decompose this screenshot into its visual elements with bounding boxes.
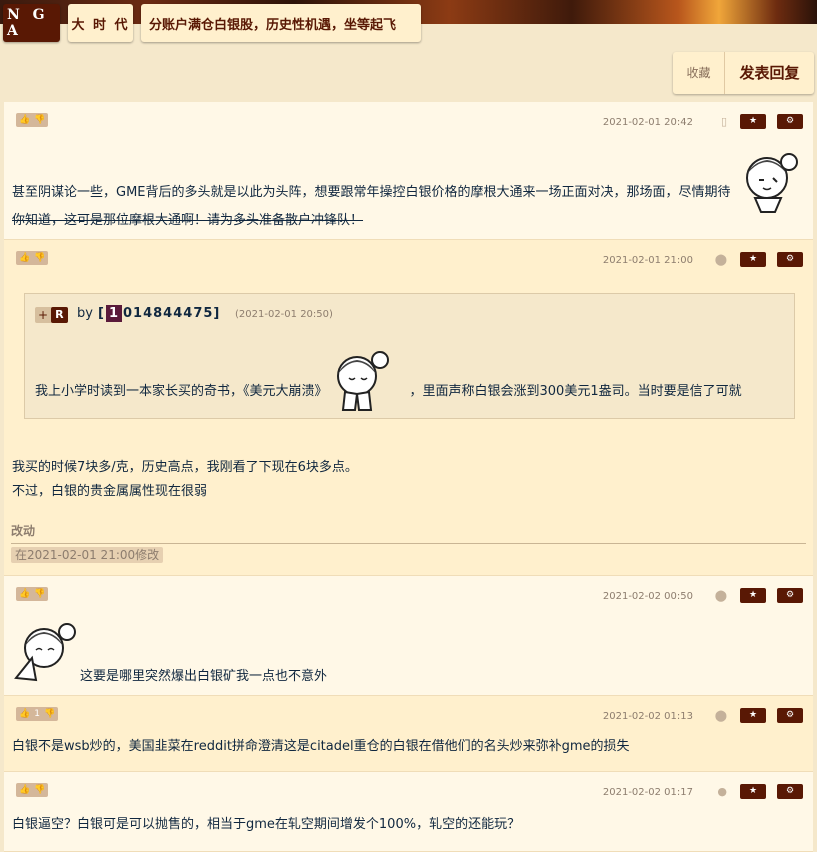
quote-time: (2021-02-01 20:50) (235, 309, 333, 320)
quote-text-after: ，里面声称白银会涨到300美元1盎司。当时要是信了可就 (409, 384, 742, 399)
post-date: 2021-02-01 20:42 (602, 117, 693, 128)
quote-text: 我上小学时读到一本家长买的奇书，《美元大崩溃》 ，里面声称白银会涨到300美元1盎… (35, 382, 742, 402)
post-text: 我买的时候7块多/克，历史高点，我刚看了下现在6块多点。 (12, 460, 358, 475)
thread-actions: 收藏 发表回复 (673, 52, 814, 94)
breadcrumb-thread-title[interactable]: 分账户满仓白银股，历史性机遇，坐等起飞 (141, 4, 421, 42)
post-text-strikethrough: 你知道，这可是那位摩根大通啊！请为多头准备散户冲锋队！ (12, 213, 364, 228)
top-bar: N G A 大 时 代 分账户满仓白银股，历史性机遇，坐等起飞 (0, 0, 817, 46)
thumbs-down-icon[interactable]: 👎 (34, 589, 45, 599)
thumbs-down-icon[interactable]: 👎 (44, 709, 55, 719)
post-date: 2021-02-01 21:00 (602, 255, 693, 266)
vote-buttons[interactable]: 👍 1 👎 (16, 707, 59, 721)
apple-icon: ● (717, 785, 727, 798)
favorite-button[interactable]: 收藏 (673, 52, 725, 94)
post-item: 👍 1 👎 2021-02-02 01:13 ⬤ ★ ⚙ 白银不是wsb炒的，美… (4, 696, 813, 772)
quote-by: by (77, 306, 93, 321)
vote-buttons[interactable]: 👍 👎 (16, 783, 49, 797)
post-content: 我买的时候7块多/克，历史高点，我刚看了下现在6块多点。 不过，白银的贵金属属性… (12, 456, 358, 504)
post-date: 2021-02-02 00:50 (602, 591, 693, 602)
vote-buttons[interactable]: 👍 👎 (16, 251, 49, 265)
quote-text-before: 我上小学时读到一本家长买的奇书，《美元大崩溃》 (35, 384, 328, 399)
vote-buttons[interactable]: 👍 👎 (16, 587, 49, 601)
edit-header: 改动 (11, 522, 806, 544)
reply-button[interactable]: 发表回复 (725, 52, 814, 94)
thumbs-up-icon[interactable]: 👍 (19, 709, 30, 719)
thumbs-up-icon[interactable]: 👍 (19, 589, 30, 599)
post-text: 不过，白银的贵金属属性现在很弱 (12, 484, 208, 499)
edit-note: 在2021-02-01 21:00修改 (11, 547, 164, 563)
quote-block: + R by [ 1 014844475] (2021-02-01 20:50) (24, 293, 795, 419)
quote-username[interactable]: [ 1 014844475] (98, 305, 220, 322)
gear-icon[interactable]: ⚙ (777, 588, 803, 603)
post-list: 👍 👎 2021-02-01 20:42 ▯ ★ ⚙ 甚至阴谋论一些，GME背后… (4, 102, 813, 852)
post-content: 白银逼空？白银可是可以抛售的，相当于gme在轧空期间增发个100%，轧空的还能玩… (12, 817, 521, 832)
gear-icon[interactable]: ⚙ (777, 114, 803, 129)
thumbs-up-icon[interactable]: 👍 (19, 785, 30, 795)
star-icon[interactable]: ★ (740, 784, 766, 799)
android-icon: ⬤ (714, 589, 727, 602)
android-icon: ⬤ (714, 709, 727, 722)
nga-logo[interactable]: N G A (3, 4, 60, 42)
quote-username-open: [ (98, 306, 105, 321)
post-date: 2021-02-02 01:13 (602, 711, 693, 722)
gear-icon[interactable]: ⚙ (777, 252, 803, 267)
quote-plus: + (38, 308, 49, 322)
thumbs-down-icon[interactable]: 👎 (34, 115, 45, 125)
phone-icon: ▯ (720, 115, 727, 128)
vote-count: 1 (34, 709, 40, 719)
post-item: 👍 👎 2021-02-02 01:17 ● ★ ⚙ 白银逼空？白银可是可以抛售… (4, 772, 813, 852)
thumbs-up-icon[interactable]: 👍 (19, 115, 30, 125)
quote-badge[interactable]: + R (35, 307, 68, 323)
post-text: 甚至阴谋论一些，GME背后的多头就是以此为头阵，想要跟常年操控白银价格的摩根大通… (12, 185, 731, 200)
quote-username-rest: 014844475] (123, 306, 221, 321)
post-item: 👍 👎 2021-02-01 21:00 ⬤ ★ ⚙ + R by [ 1 01… (4, 240, 813, 576)
avatar-fan (10, 618, 80, 684)
android-icon: ⬤ (714, 253, 727, 266)
thumbs-up-icon[interactable]: 👍 (19, 253, 30, 263)
post-item: 👍 👎 2021-02-01 20:42 ▯ ★ ⚙ 甚至阴谋论一些，GME背后… (4, 102, 813, 240)
post-content: 白银不是wsb炒的，美国韭菜在reddit拼命澄清这是citadel重仓的白银在… (12, 739, 630, 754)
quote-reply-marker: R (51, 307, 68, 323)
quote-username-first: 1 (105, 305, 122, 322)
thumbs-down-icon[interactable]: 👎 (34, 253, 45, 263)
thumbs-down-icon[interactable]: 👎 (34, 785, 45, 795)
post-date: 2021-02-02 01:17 (602, 787, 693, 798)
gear-icon[interactable]: ⚙ (777, 708, 803, 723)
post-content: 甚至阴谋论一些，GME背后的多头就是以此为头阵，想要跟常年操控白银价格的摩根大通… (12, 182, 731, 232)
vote-buttons[interactable]: 👍 👎 (16, 113, 49, 127)
star-icon[interactable]: ★ (740, 252, 766, 267)
star-icon[interactable]: ★ (740, 588, 766, 603)
star-icon[interactable]: ★ (740, 708, 766, 723)
post-content: 这要是哪里突然爆出白银矿我一点也不意外 (80, 669, 328, 684)
breadcrumb-forum[interactable]: 大 时 代 (68, 4, 133, 42)
post-item: 👍 👎 2021-02-02 00:50 ⬤ ★ ⚙ 这要是哪里突然爆出白银矿我… (4, 576, 813, 696)
avatar (731, 146, 803, 214)
star-icon[interactable]: ★ (740, 114, 766, 129)
gear-icon[interactable]: ⚙ (777, 784, 803, 799)
avatar-cry (325, 348, 395, 412)
